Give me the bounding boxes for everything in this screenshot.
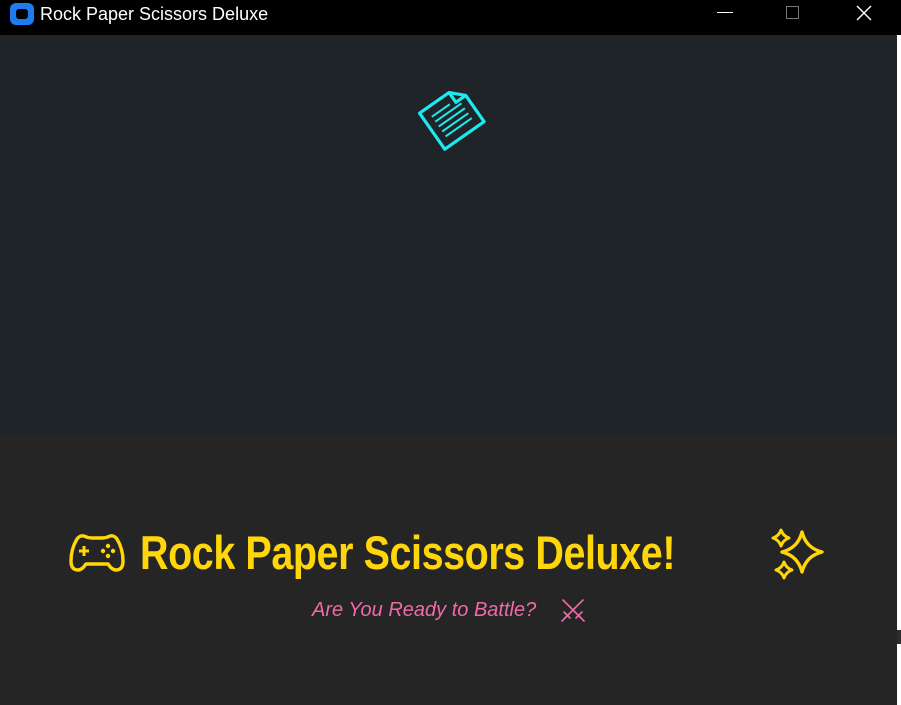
maximize-button[interactable]	[770, 0, 816, 27]
scrollbar-thumb[interactable]	[897, 630, 901, 644]
title-banner: Rock Paper Scissors Deluxe! Are You Read…	[0, 435, 897, 705]
app-icon	[10, 3, 34, 25]
minimize-button[interactable]	[701, 0, 747, 27]
app-window: Rock Paper Scissors Deluxe Rock Paper Sc…	[0, 0, 901, 705]
title-bar[interactable]: Rock Paper Scissors Deluxe	[0, 0, 901, 35]
game-headline: Rock Paper Scissors Deluxe!	[140, 526, 676, 579]
window-edge	[897, 35, 901, 705]
gamepad-icon	[69, 534, 125, 572]
window-title: Rock Paper Scissors Deluxe	[40, 4, 269, 24]
sparkle-icon	[771, 528, 824, 580]
subtitle-text: Are You Ready to Battle?	[312, 599, 537, 621]
close-icon	[856, 5, 872, 21]
headline-row: Rock Paper Scissors Deluxe!	[0, 523, 897, 583]
paper-icon	[417, 90, 486, 151]
swords-icon	[561, 599, 585, 622]
subtitle-row: Are You Ready to Battle?	[0, 595, 897, 625]
close-button[interactable]	[841, 0, 887, 27]
